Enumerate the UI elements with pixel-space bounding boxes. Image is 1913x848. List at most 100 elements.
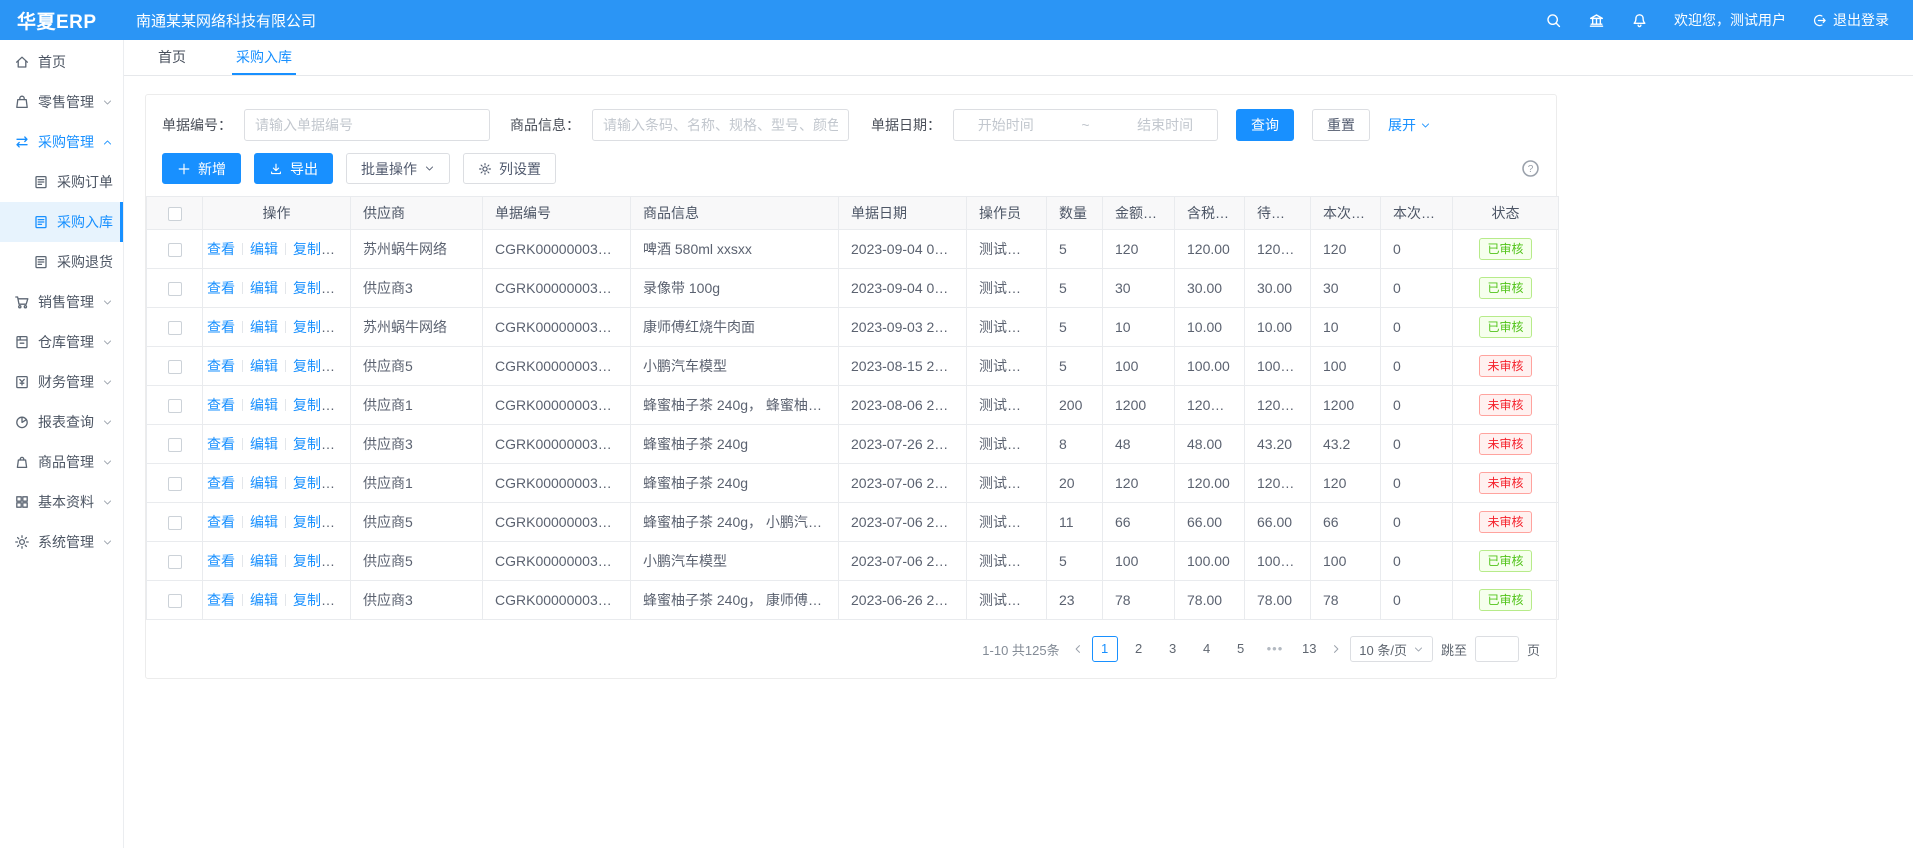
sidebar-item-finance[interactable]: 财务管理 bbox=[0, 362, 123, 402]
action-delete-link[interactable]: 删除 bbox=[336, 553, 351, 569]
action-copy-link[interactable]: 复制 bbox=[293, 280, 335, 296]
action-view-link[interactable]: 查看 bbox=[207, 241, 235, 257]
action-view-link[interactable]: 查看 bbox=[207, 553, 235, 569]
sidebar-item-home[interactable]: 首页 bbox=[0, 42, 123, 82]
action-copy-link[interactable]: 复制 bbox=[293, 358, 335, 374]
cell-debt: 0 bbox=[1381, 269, 1453, 308]
sidebar-item-retail[interactable]: 零售管理 bbox=[0, 82, 123, 122]
sidebar-item-basic[interactable]: 基本资料 bbox=[0, 482, 123, 522]
action-edit-link[interactable]: 编辑 bbox=[250, 397, 278, 413]
action-view-link[interactable]: 查看 bbox=[207, 436, 235, 452]
bill-no-input[interactable] bbox=[244, 109, 490, 141]
action-copy-link[interactable]: 复制 bbox=[293, 553, 335, 569]
action-edit-link[interactable]: 编辑 bbox=[250, 280, 278, 296]
action-delete-link[interactable]: 删除 bbox=[336, 514, 351, 530]
row-checkbox[interactable] bbox=[168, 477, 182, 491]
action-copy-link[interactable]: 复制 bbox=[293, 241, 335, 257]
cell-tax_total: 78.00 bbox=[1175, 581, 1245, 620]
action-view-link[interactable]: 查看 bbox=[207, 280, 235, 296]
sidebar-subitem-purchase-inbound[interactable]: 采购入库 bbox=[0, 202, 123, 242]
search-icon[interactable] bbox=[1545, 12, 1562, 29]
table-row: 查看编辑复制删除苏州蜗牛网络CGRK00000003650啤酒 580ml xx… bbox=[147, 230, 1559, 269]
export-button[interactable]: 导出 bbox=[254, 153, 333, 184]
action-copy-link[interactable]: 复制 bbox=[293, 319, 335, 335]
cell-date: 2023-08-06 21:30:46 bbox=[839, 386, 967, 425]
column-settings-button[interactable]: 列设置 bbox=[463, 153, 556, 184]
action-delete-link[interactable]: 删除 bbox=[336, 319, 351, 335]
sidebar-item-warehouse[interactable]: 仓库管理 bbox=[0, 322, 123, 362]
action-view-link[interactable]: 查看 bbox=[207, 358, 235, 374]
action-edit-link[interactable]: 编辑 bbox=[250, 319, 278, 335]
action-copy-link[interactable]: 复制 bbox=[293, 397, 335, 413]
action-edit-link[interactable]: 编辑 bbox=[250, 241, 278, 257]
cell-supplier: 供应商3 bbox=[351, 425, 483, 464]
next-page-button[interactable] bbox=[1330, 643, 1342, 655]
sidebar-subitem-purchase-return[interactable]: 采购退货 bbox=[0, 242, 123, 282]
row-checkbox[interactable] bbox=[168, 282, 182, 296]
action-copy-link[interactable]: 复制 bbox=[293, 436, 335, 452]
action-delete-link[interactable]: 删除 bbox=[336, 436, 351, 452]
sidebar-item-purchase[interactable]: 采购管理 bbox=[0, 122, 123, 162]
action-delete-link[interactable]: 删除 bbox=[336, 280, 351, 296]
action-copy-link[interactable]: 复制 bbox=[293, 475, 335, 491]
action-edit-link[interactable]: 编辑 bbox=[250, 592, 278, 608]
page-button-13[interactable]: 13 bbox=[1296, 636, 1322, 662]
reset-button[interactable]: 重置 bbox=[1312, 109, 1370, 141]
row-checkbox[interactable] bbox=[168, 438, 182, 452]
cell-bill_no: CGRK00000003588 bbox=[483, 347, 631, 386]
page-button-3[interactable]: 3 bbox=[1160, 636, 1186, 662]
row-checkbox[interactable] bbox=[168, 243, 182, 257]
action-delete-link[interactable]: 删除 bbox=[336, 592, 351, 608]
action-delete-link[interactable]: 删除 bbox=[336, 358, 351, 374]
date-range-input[interactable]: 开始时间 ~ 结束时间 bbox=[953, 109, 1218, 141]
prev-page-button[interactable] bbox=[1072, 643, 1084, 655]
action-edit-link[interactable]: 编辑 bbox=[250, 514, 278, 530]
product-info-input[interactable] bbox=[592, 109, 849, 141]
action-delete-link[interactable]: 删除 bbox=[336, 397, 351, 413]
sidebar-item-system[interactable]: 系统管理 bbox=[0, 522, 123, 562]
action-view-link[interactable]: 查看 bbox=[207, 592, 235, 608]
logout-button[interactable]: 退出登录 bbox=[1812, 10, 1889, 30]
action-view-link[interactable]: 查看 bbox=[207, 475, 235, 491]
sidebar-item-goods[interactable]: 商品管理 bbox=[0, 442, 123, 482]
action-delete-link[interactable]: 删除 bbox=[336, 475, 351, 491]
action-edit-link[interactable]: 编辑 bbox=[250, 358, 278, 374]
jump-input[interactable] bbox=[1475, 636, 1519, 662]
add-button[interactable]: 新增 bbox=[162, 153, 241, 184]
tab-home[interactable]: 首页 bbox=[154, 40, 190, 75]
search-button[interactable]: 查询 bbox=[1236, 109, 1294, 141]
cell-bill_no: CGRK00000003648 bbox=[483, 308, 631, 347]
expand-link[interactable]: 展开 bbox=[1388, 115, 1431, 135]
action-edit-link[interactable]: 编辑 bbox=[250, 436, 278, 452]
sidebar-subitem-purchase-order[interactable]: 采购订单 bbox=[0, 162, 123, 202]
row-checkbox[interactable] bbox=[168, 555, 182, 569]
row-checkbox[interactable] bbox=[168, 399, 182, 413]
action-view-link[interactable]: 查看 bbox=[207, 319, 235, 335]
action-view-link[interactable]: 查看 bbox=[207, 514, 235, 530]
sidebar-item-sales[interactable]: 销售管理 bbox=[0, 282, 123, 322]
tab-purchase-inbound[interactable]: 采购入库 bbox=[232, 40, 296, 75]
bell-icon[interactable] bbox=[1631, 12, 1648, 29]
cell-operator: 测试用户 bbox=[967, 269, 1047, 308]
row-checkbox[interactable] bbox=[168, 321, 182, 335]
action-copy-link[interactable]: 复制 bbox=[293, 514, 335, 530]
action-delete-link[interactable]: 删除 bbox=[336, 241, 351, 257]
page-button-2[interactable]: 2 bbox=[1126, 636, 1152, 662]
sidebar-item-report[interactable]: 报表查询 bbox=[0, 402, 123, 442]
page-button-4[interactable]: 4 bbox=[1194, 636, 1220, 662]
action-copy-link[interactable]: 复制 bbox=[293, 592, 335, 608]
bank-icon[interactable] bbox=[1588, 12, 1605, 29]
page-button-5[interactable]: 5 bbox=[1228, 636, 1254, 662]
action-view-link[interactable]: 查看 bbox=[207, 397, 235, 413]
row-checkbox[interactable] bbox=[168, 360, 182, 374]
page-size-select[interactable]: 10 条/页 bbox=[1350, 636, 1433, 662]
action-edit-link[interactable]: 编辑 bbox=[250, 553, 278, 569]
action-edit-link[interactable]: 编辑 bbox=[250, 475, 278, 491]
sidebar: 首页零售管理采购管理采购订单采购入库采购退货销售管理仓库管理财务管理报表查询商品… bbox=[0, 40, 124, 848]
select-all-checkbox[interactable] bbox=[168, 207, 182, 221]
batch-actions-button[interactable]: 批量操作 bbox=[346, 153, 450, 184]
page-button-1[interactable]: 1 bbox=[1092, 636, 1118, 662]
row-checkbox[interactable] bbox=[168, 594, 182, 608]
help-icon[interactable]: ? bbox=[1521, 159, 1540, 178]
row-checkbox[interactable] bbox=[168, 516, 182, 530]
